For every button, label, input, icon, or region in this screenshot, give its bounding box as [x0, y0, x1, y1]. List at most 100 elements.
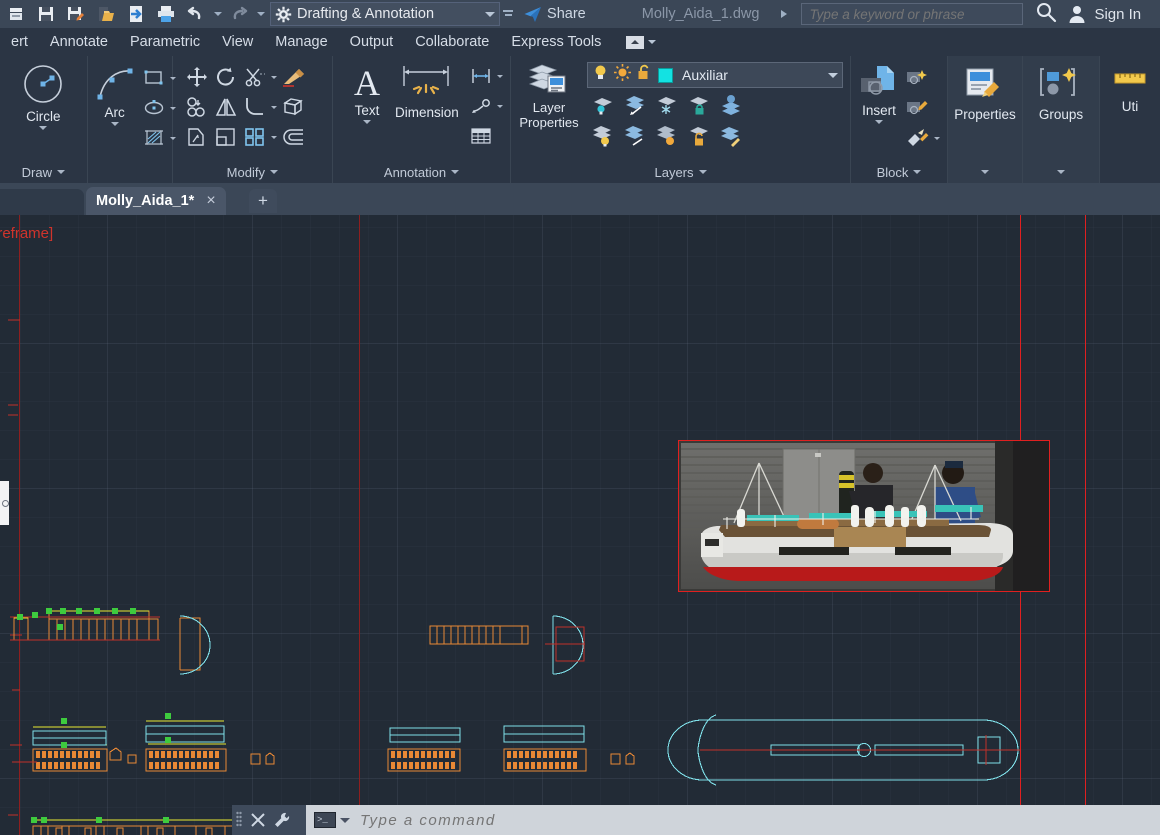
fillet-chevron-down-icon[interactable] — [270, 93, 279, 121]
tab-output[interactable]: Output — [339, 28, 405, 56]
offset-icon[interactable] — [280, 123, 308, 151]
circle-button[interactable]: Circle — [15, 62, 71, 130]
table-icon[interactable] — [467, 122, 495, 150]
mirror-icon[interactable] — [212, 93, 240, 121]
panel-title-annotation[interactable]: Annotation — [333, 161, 510, 183]
properties-button[interactable]: Properties — [954, 66, 1016, 122]
insert-button[interactable]: Insert — [857, 64, 901, 124]
close-icon[interactable]: × — [206, 193, 215, 209]
document-tab-active[interactable]: Molly_Aida_1* × — [86, 187, 226, 215]
command-prompt[interactable]: >_ — [306, 812, 350, 828]
insert-chevron-down-icon[interactable] — [875, 119, 883, 124]
layer-properties-button[interactable]: Layer Properties — [517, 62, 581, 130]
array-icon[interactable] — [241, 123, 269, 151]
leader-chevron-down-icon[interactable] — [496, 92, 505, 120]
customize-icon[interactable] — [270, 805, 294, 835]
sun-icon[interactable] — [614, 64, 631, 86]
panel-title-block[interactable]: Block — [851, 161, 947, 183]
layer-freeze-icon[interactable] — [653, 91, 681, 119]
tab-annotate[interactable]: Annotate — [39, 28, 119, 56]
move-icon[interactable] — [183, 63, 211, 91]
layer-color-swatch[interactable] — [658, 67, 673, 83]
layer-off-icon[interactable] — [589, 122, 617, 150]
layer-thaw-icon[interactable] — [653, 122, 681, 150]
dimension-button[interactable]: Dimension — [395, 62, 459, 120]
tab-parametric[interactable]: Parametric — [119, 28, 211, 56]
undo-dropdown-icon[interactable] — [212, 1, 223, 27]
block-attribute-chevron-down-icon[interactable] — [932, 124, 941, 152]
save-as-icon[interactable] — [62, 1, 90, 27]
rectangle-icon[interactable] — [140, 64, 168, 92]
command-input[interactable] — [360, 811, 860, 829]
tab-manage[interactable]: Manage — [264, 28, 338, 56]
panel-title-draw[interactable]: Draw — [0, 161, 87, 183]
panel-title-modify[interactable]: Modify — [173, 161, 332, 183]
ellipse-icon[interactable] — [140, 94, 168, 122]
trim-icon[interactable] — [241, 63, 269, 91]
document-title-arrow-icon[interactable] — [781, 10, 787, 18]
redo-dropdown-icon[interactable] — [255, 1, 266, 27]
start-tab[interactable] — [0, 189, 84, 215]
3d-array-icon[interactable] — [280, 93, 308, 121]
export-icon[interactable] — [122, 1, 150, 27]
layer-merge-icon[interactable] — [717, 91, 745, 119]
save-icon[interactable] — [32, 1, 60, 27]
utilities-button[interactable]: Uti — [1107, 66, 1153, 114]
new-tab-button[interactable]: + — [249, 189, 277, 213]
hatch-icon[interactable] — [140, 124, 168, 152]
share-button[interactable]: Share — [523, 5, 586, 24]
undo-icon[interactable] — [182, 1, 210, 27]
linear-dimension-chevron-down-icon[interactable] — [496, 62, 505, 90]
array-chevron-down-icon[interactable] — [270, 123, 279, 151]
arc-button[interactable]: Arc — [94, 64, 136, 126]
search-icon[interactable] — [1035, 1, 1057, 28]
open-icon[interactable] — [92, 1, 120, 27]
drawing-canvas[interactable]: ireframe] — [0, 215, 1160, 835]
edit-block-icon[interactable] — [903, 94, 931, 122]
text-button[interactable]: A Text — [347, 62, 387, 124]
tab-insert[interactable]: ert — [0, 28, 39, 56]
trim-chevron-down-icon[interactable] — [270, 63, 279, 91]
layer-unlock-icon[interactable] — [685, 122, 713, 150]
layer-chevron-down-icon[interactable] — [828, 73, 838, 78]
arc-chevron-down-icon[interactable] — [111, 121, 119, 126]
rotate-icon[interactable] — [212, 63, 240, 91]
search-field[interactable] — [801, 3, 1024, 25]
command-prompt-chevron-down-icon[interactable] — [340, 818, 350, 823]
layer-unisolate-icon[interactable] — [621, 91, 649, 119]
lightbulb-on-icon[interactable] — [592, 64, 609, 86]
sign-in-button[interactable]: Sign In — [1067, 4, 1141, 24]
ship-model-photo[interactable] — [678, 440, 1050, 592]
workspace-chevron-down-icon[interactable] — [485, 12, 495, 17]
layer-isolate-icon[interactable] — [589, 91, 617, 119]
layer-change-icon[interactable] — [717, 122, 745, 150]
scale-icon[interactable] — [212, 123, 240, 151]
text-chevron-down-icon[interactable] — [363, 119, 371, 124]
panel-title-layers[interactable]: Layers — [511, 161, 850, 183]
panel-title-properties[interactable] — [948, 161, 1022, 183]
leader-icon[interactable] — [467, 92, 495, 120]
application-menu-icon[interactable] — [2, 1, 30, 27]
ribbon-minimize-control[interactable] — [626, 35, 656, 49]
close-icon[interactable] — [246, 805, 270, 835]
tab-view[interactable]: View — [211, 28, 264, 56]
groups-button[interactable]: Groups — [1030, 66, 1092, 122]
plot-icon[interactable] — [152, 1, 180, 27]
panel-title-groups[interactable] — [1023, 161, 1099, 183]
erase-icon[interactable] — [280, 63, 308, 91]
tab-collaborate[interactable]: Collaborate — [404, 28, 500, 56]
layer-lock-icon[interactable] — [685, 91, 713, 119]
block-attribute-icon[interactable] — [903, 124, 931, 152]
create-block-icon[interactable] — [903, 64, 931, 92]
command-line-drag-handle[interactable] — [232, 805, 246, 835]
quick-access-overflow-icon[interactable] — [503, 10, 514, 18]
linear-dimension-icon[interactable] — [467, 62, 495, 90]
search-input[interactable] — [809, 6, 1023, 22]
layer-selector[interactable]: Auxiliar — [587, 62, 843, 88]
stretch-icon[interactable] — [183, 123, 211, 151]
unlock-icon[interactable] — [636, 64, 653, 86]
workspace-selector[interactable]: Drafting & Annotation — [270, 2, 501, 26]
fillet-icon[interactable] — [241, 93, 269, 121]
tab-express-tools[interactable]: Express Tools — [500, 28, 612, 56]
circle-chevron-down-icon[interactable] — [39, 125, 47, 130]
